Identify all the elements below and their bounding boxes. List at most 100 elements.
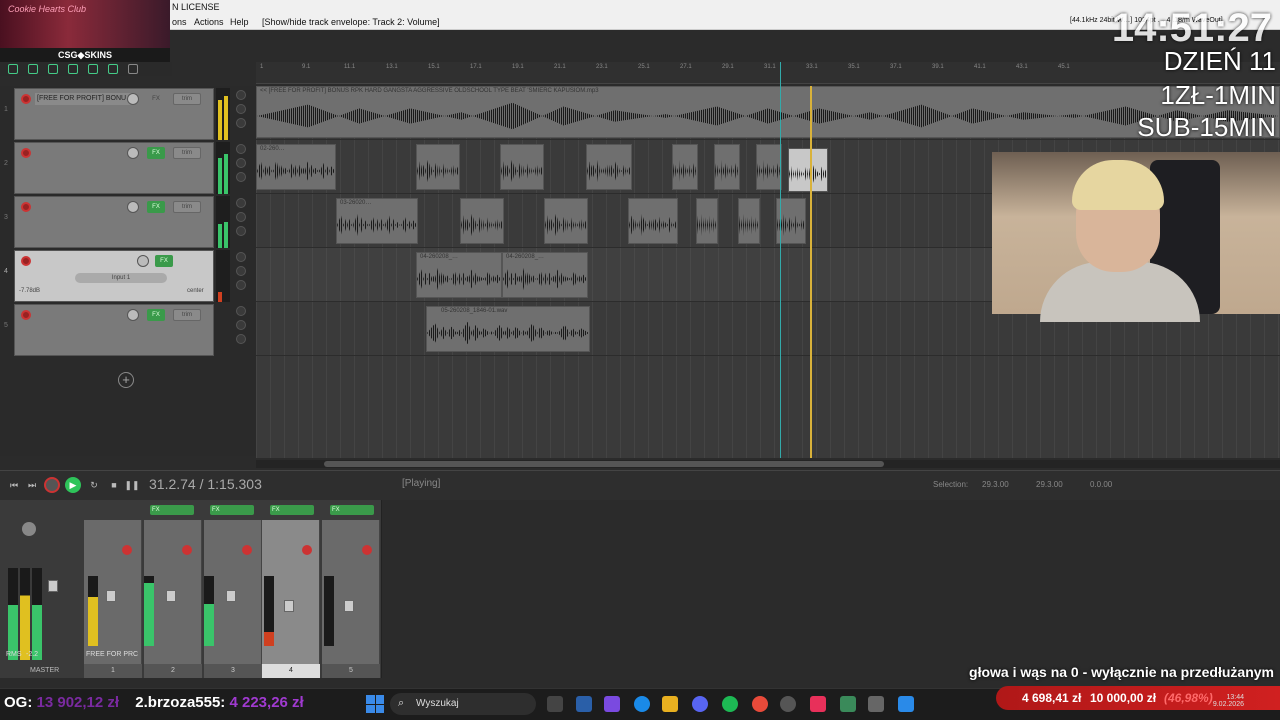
ripple-icon[interactable] — [48, 64, 58, 74]
track-header-2[interactable]: FX trim — [14, 142, 214, 194]
record-arm-button[interactable] — [21, 94, 31, 104]
windows-start-icon[interactable] — [366, 695, 384, 713]
play-button[interactable]: ▶ — [65, 477, 81, 493]
media-item[interactable] — [696, 198, 718, 244]
media-item[interactable]: << [FREE FOR PROFIT] BONUS RPK HARD GANG… — [256, 86, 1280, 138]
pause-icon[interactable]: ❚❚ — [124, 477, 140, 493]
media-item[interactable]: 05-260208_1846-01.wav — [426, 306, 590, 352]
record-arm-button[interactable] — [21, 148, 31, 158]
media-item[interactable]: 02-260… — [256, 144, 336, 190]
mute-button[interactable] — [236, 198, 246, 208]
automation-mode-button[interactable]: trim — [173, 93, 201, 105]
strip-fader[interactable] — [284, 600, 294, 612]
taskbar-search[interactable]: Wyszukaj — [390, 693, 536, 715]
automation-mode-button[interactable]: trim — [173, 309, 201, 321]
media-item[interactable] — [738, 198, 760, 244]
record-button[interactable] — [44, 477, 60, 493]
strip-fader[interactable] — [106, 590, 116, 602]
fx-button[interactable]: FX — [147, 147, 165, 159]
solo-button[interactable] — [236, 158, 246, 168]
spotify-icon[interactable] — [722, 696, 738, 712]
add-track-button[interactable]: + — [118, 372, 134, 388]
mute-button[interactable] — [236, 144, 246, 154]
reaper-icon[interactable] — [840, 696, 856, 712]
media-item-selected[interactable] — [788, 148, 828, 192]
media-item[interactable] — [628, 198, 678, 244]
track-header-3[interactable]: FX trim — [14, 196, 214, 248]
grid-icon[interactable] — [8, 64, 18, 74]
stop-icon[interactable]: ■ — [106, 477, 122, 493]
copilot-icon[interactable] — [604, 696, 620, 712]
record-arm-button[interactable] — [21, 310, 31, 320]
master-pan-knob[interactable] — [22, 522, 36, 536]
notepad-icon[interactable] — [898, 696, 914, 712]
strip-number[interactable]: 5 — [322, 664, 380, 678]
media-item[interactable] — [756, 144, 782, 190]
scrollbar-thumb[interactable] — [324, 461, 884, 467]
strip-fx-button[interactable]: FX — [210, 505, 254, 515]
volume-knob[interactable] — [127, 309, 139, 321]
volume-knob[interactable] — [127, 93, 139, 105]
settings-icon[interactable] — [868, 696, 884, 712]
strip-fx-button[interactable]: FX — [270, 505, 314, 515]
go-to-start-icon[interactable]: ⏮ — [6, 477, 22, 493]
solo-button[interactable] — [236, 266, 246, 276]
strip-fx-button[interactable]: FX — [150, 505, 194, 515]
tiktok-icon[interactable] — [810, 696, 826, 712]
mute-button[interactable] — [236, 252, 246, 262]
track-header-1[interactable]: [FREE FOR PROFIT] BONU FX trim — [14, 88, 214, 140]
strip-record-arm[interactable] — [242, 545, 252, 555]
repeat-icon[interactable]: ↻ — [86, 477, 102, 493]
strip-fader[interactable] — [166, 590, 176, 602]
phase-button[interactable] — [236, 280, 246, 290]
strip-record-arm[interactable] — [122, 545, 132, 555]
volume-knob[interactable] — [127, 201, 139, 213]
master-fader[interactable] — [48, 580, 58, 592]
obs-icon[interactable] — [780, 696, 796, 712]
track-name[interactable]: [FREE FOR PROFIT] BONU — [35, 93, 135, 105]
automation-mode-button[interactable]: trim — [173, 147, 201, 159]
volume-knob[interactable] — [137, 255, 149, 267]
snap-icon[interactable] — [28, 64, 38, 74]
strip-fader[interactable] — [344, 600, 354, 612]
go-to-end-icon[interactable]: ⏭ — [24, 477, 40, 493]
fx-button[interactable]: FX — [147, 201, 165, 213]
record-arm-button[interactable] — [21, 256, 31, 266]
phase-button[interactable] — [236, 334, 246, 344]
record-arm-button[interactable] — [21, 202, 31, 212]
fx-button[interactable]: FX — [147, 93, 165, 105]
system-clock[interactable]: 13:44 9.02.2026 — [1213, 694, 1244, 708]
media-item[interactable] — [672, 144, 698, 190]
envelope-icon[interactable] — [88, 64, 98, 74]
fx-button[interactable]: FX — [155, 255, 173, 267]
strip-number[interactable]: 2 — [144, 664, 202, 678]
selection-length[interactable]: 0.0.00 — [1090, 480, 1112, 489]
media-item[interactable]: 03-26020… — [336, 198, 418, 244]
strip-record-arm[interactable] — [362, 545, 372, 555]
phase-button[interactable] — [236, 172, 246, 182]
media-item[interactable] — [544, 198, 588, 244]
solo-button[interactable] — [236, 212, 246, 222]
selection-end[interactable]: 29.3.00 — [1036, 480, 1063, 489]
phase-button[interactable] — [236, 226, 246, 236]
edit-cursor[interactable] — [780, 62, 781, 458]
media-item[interactable]: 04-260208_… — [416, 252, 502, 298]
volume-knob[interactable] — [127, 147, 139, 159]
store-icon[interactable] — [576, 696, 592, 712]
media-item[interactable] — [460, 198, 504, 244]
strip-fx-button[interactable]: FX — [330, 505, 374, 515]
strip-record-arm[interactable] — [182, 545, 192, 555]
chrome-icon[interactable] — [752, 696, 768, 712]
mute-button[interactable] — [236, 90, 246, 100]
file-explorer-icon[interactable] — [662, 696, 678, 712]
input-select[interactable]: Input 1 — [75, 273, 167, 283]
discord-icon[interactable] — [692, 696, 708, 712]
media-item[interactable] — [416, 144, 460, 190]
solo-button[interactable] — [236, 320, 246, 330]
task-view-icon[interactable] — [547, 696, 563, 712]
menu-help[interactable]: Help — [230, 17, 249, 27]
media-item[interactable] — [714, 144, 740, 190]
fx-button[interactable]: FX — [147, 309, 165, 321]
mute-button[interactable] — [236, 306, 246, 316]
loop-icon[interactable] — [108, 64, 118, 74]
